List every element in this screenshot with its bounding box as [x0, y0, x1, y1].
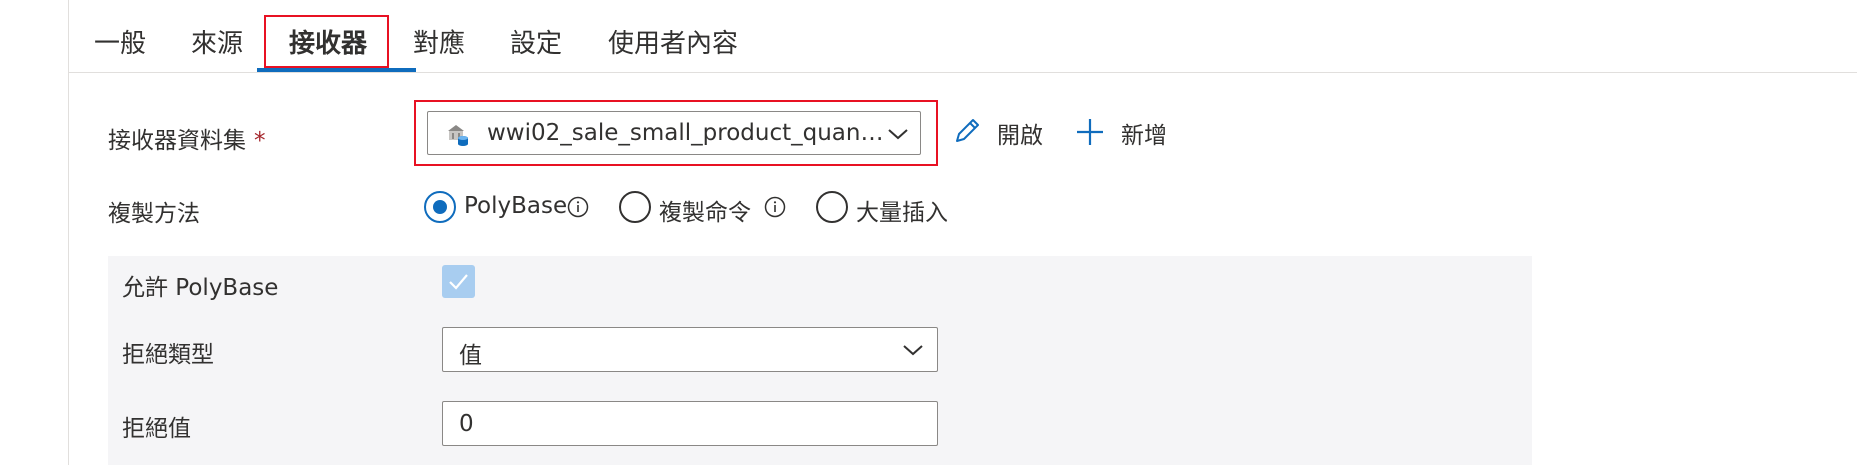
reject-value-label: 拒絕值 [122, 416, 191, 442]
reject-value-input[interactable] [442, 401, 938, 446]
chevron-down-icon [888, 129, 908, 140]
reject-type-label: 拒絕類型 [122, 342, 214, 368]
tab-general[interactable]: 一般 [94, 23, 146, 60]
plus-icon [1077, 119, 1103, 145]
radio-copy-command[interactable] [619, 191, 651, 223]
allow-polybase-checkbox[interactable] [442, 265, 475, 298]
tab-settings[interactable]: 設定 [510, 23, 562, 60]
copy-method-label: 複製方法 [108, 201, 200, 227]
checkmark-icon [449, 274, 468, 290]
tab-mapping[interactable]: 對應 [413, 23, 465, 60]
radio-polybase[interactable] [424, 191, 456, 223]
new-label: 新增 [1121, 123, 1167, 149]
sink-dataset-label: 接收器資料集 * [108, 128, 266, 154]
required-asterisk: * [254, 128, 266, 154]
radio-polybase-label: PolyBase [464, 193, 568, 219]
chevron-down-icon [903, 345, 923, 356]
tabs-divider [69, 72, 1857, 73]
left-divider [68, 0, 69, 465]
tab-source[interactable]: 來源 [191, 23, 243, 60]
sink-dataset-value: wwi02_sale_small_product_quantity_f... [487, 120, 887, 146]
open-dataset-button[interactable]: 開啟 [951, 113, 1051, 151]
sink-dataset-dropdown[interactable]: wwi02_sale_small_product_quantity_f... [427, 111, 921, 155]
allow-polybase-label: 允許 PolyBase [122, 275, 279, 301]
reject-type-dropdown[interactable]: 值 [442, 327, 938, 372]
info-icon[interactable] [567, 196, 589, 218]
pencil-icon [956, 119, 979, 142]
active-tab-highlight-box [264, 15, 389, 68]
reject-type-value: 值 [459, 343, 482, 369]
open-label: 開啟 [997, 123, 1043, 149]
radio-copy-command-label: 複製命令 [659, 200, 751, 226]
radio-bulk-insert[interactable] [816, 191, 848, 223]
tab-user-properties[interactable]: 使用者內容 [608, 23, 738, 60]
radio-bulk-insert-label: 大量插入 [856, 200, 948, 226]
info-icon[interactable] [764, 196, 786, 218]
new-dataset-button[interactable]: 新增 [1075, 113, 1175, 151]
dataset-table-icon [448, 125, 468, 146]
